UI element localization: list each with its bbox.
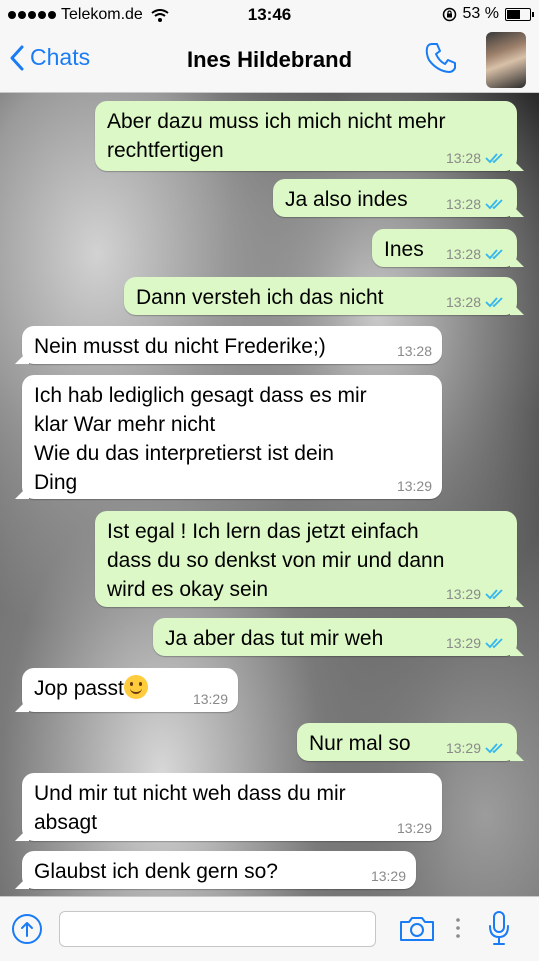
message-in[interactable]: Jop passt 13:29 <box>22 668 238 712</box>
message-in[interactable]: Glaubst ich denk gern so? 13:29 <box>22 851 416 889</box>
message-out[interactable]: Ines 13:28 <box>372 229 517 267</box>
more-icon[interactable] <box>455 916 461 940</box>
phone-icon[interactable] <box>423 40 459 76</box>
contact-avatar[interactable] <box>486 32 526 88</box>
message-in[interactable]: Nein musst du nicht Frederike;) 13:28 <box>22 326 442 364</box>
message-in[interactable]: Und mir tut nicht weh dass du mir absagt… <box>22 773 442 841</box>
message-out[interactable]: Nur mal so 13:29 <box>297 723 517 761</box>
read-ticks-icon <box>485 589 503 600</box>
smiling-face-icon <box>123 675 148 699</box>
upload-button[interactable] <box>12 914 42 944</box>
battery-icon <box>505 7 534 21</box>
message-out[interactable]: Ja aber das tut mir weh 13:29 <box>153 618 517 656</box>
battery-percent: 53 % <box>462 5 499 22</box>
chat-area: Aber dazu muss ich mich nicht mehr recht… <box>0 93 539 896</box>
status-bar: Telekom.de 13:46 53 % <box>0 0 539 30</box>
camera-icon[interactable] <box>398 915 436 943</box>
read-ticks-icon <box>485 199 503 210</box>
read-ticks-icon <box>485 743 503 754</box>
message-out[interactable]: Dann versteh ich das nicht 13:28 <box>124 277 517 315</box>
message-out[interactable]: Ist egal ! Ich lern das jetzt einfach da… <box>95 511 517 607</box>
read-ticks-icon <box>485 249 503 260</box>
message-in[interactable]: Ich hab lediglich gesagt dass es mir kla… <box>22 375 442 499</box>
read-ticks-icon <box>485 638 503 649</box>
status-right: 53 % <box>442 5 534 23</box>
message-out[interactable]: Ja also indes 13:28 <box>273 179 517 217</box>
microphone-icon[interactable] <box>488 910 510 946</box>
read-ticks-icon <box>485 153 503 164</box>
message-input[interactable] <box>59 911 376 947</box>
nav-bar: Chats Ines Hildebrand <box>0 30 539 93</box>
input-bar <box>0 896 539 961</box>
message-out[interactable]: Aber dazu muss ich mich nicht mehr recht… <box>95 101 517 171</box>
rotation-lock-icon <box>442 7 456 21</box>
upload-icon <box>21 922 33 937</box>
read-ticks-icon <box>485 297 503 308</box>
